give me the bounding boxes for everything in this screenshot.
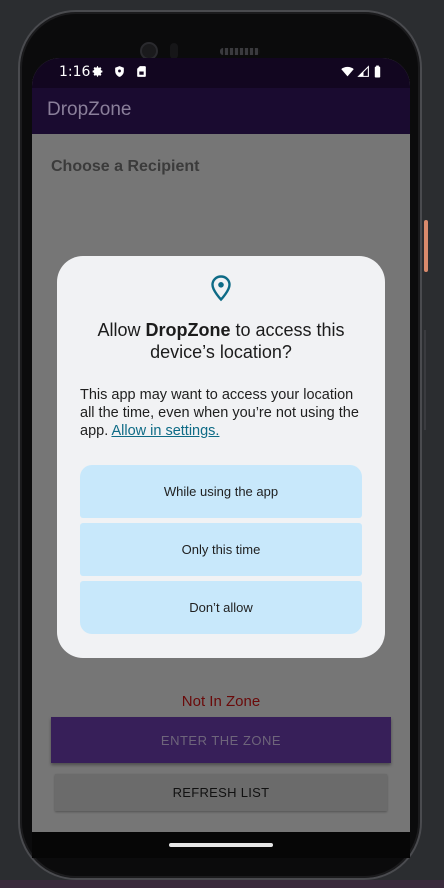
dialog-title-prefix: Allow [97,320,146,340]
navigation-bar [32,832,410,858]
earpiece-speaker [220,48,260,55]
home-gesture-pill[interactable] [169,843,273,847]
side-key [424,330,426,430]
dialog-title-app: DropZone [145,320,231,340]
allow-in-settings-link[interactable]: Allow in settings. [111,423,219,439]
dialog-title: Allow DropZone to access this device’s l… [77,319,365,363]
sensor [170,43,178,59]
dialog-body: This app may want to access your locatio… [80,386,370,440]
while-using-app-button[interactable]: While using the app [80,465,362,518]
location-pin-icon [209,274,233,302]
dont-allow-button[interactable]: Don’t allow [80,581,362,634]
only-this-time-button[interactable]: Only this time [80,523,362,576]
volume-key-accent [424,220,428,272]
device-screen: 1:16 DropZone Choose a Recipient Not In … [32,58,410,858]
location-permission-dialog: Allow DropZone to access this device’s l… [57,256,385,658]
bottom-bar [0,880,444,888]
